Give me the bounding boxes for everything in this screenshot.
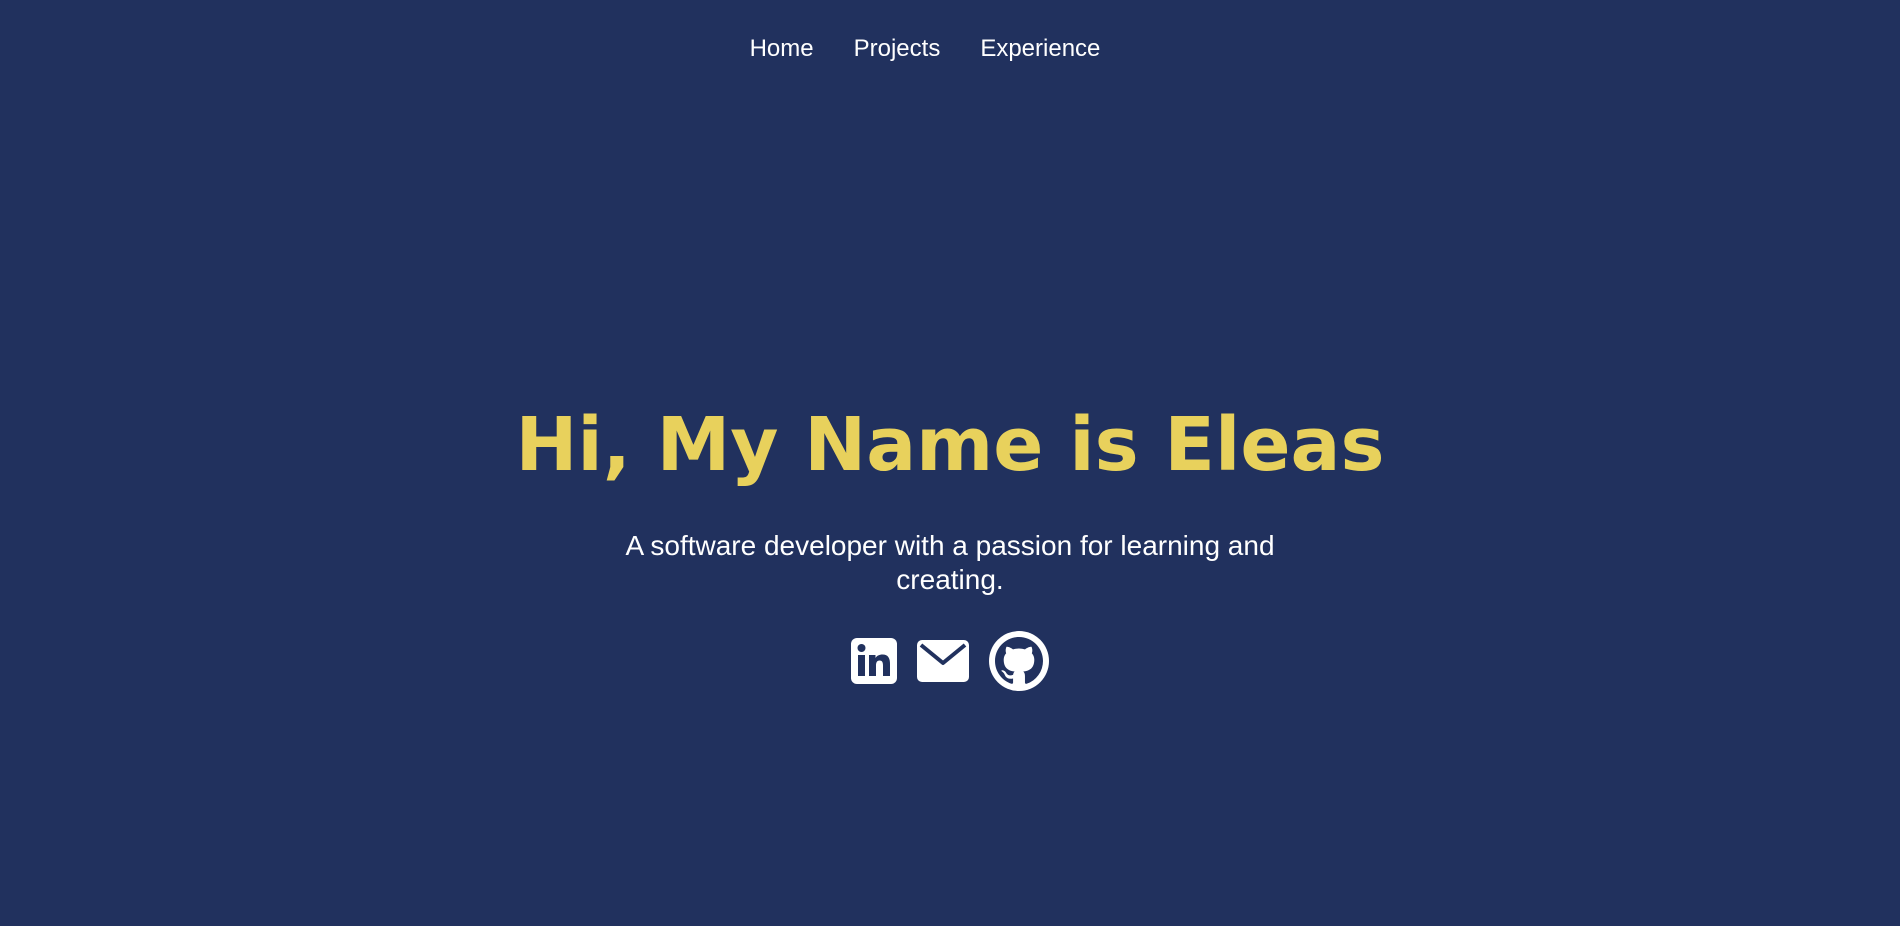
nav-experience-link[interactable]: Experience: [980, 32, 1100, 66]
github-link[interactable]: [989, 631, 1049, 691]
social-links: [0, 631, 1900, 691]
linkedin-link[interactable]: [851, 638, 897, 684]
top-nav: Home Projects Experience: [0, 32, 1900, 66]
nav-projects-link[interactable]: Projects: [854, 32, 941, 66]
email-icon: [917, 640, 969, 682]
github-icon: [989, 631, 1049, 691]
nav-home-link[interactable]: Home: [750, 32, 814, 66]
hero-title: Hi, My Name is Eleas: [515, 402, 1385, 488]
page: Home Projects Experience Hi, My Name is …: [0, 0, 1900, 926]
hero-subtitle: A software developer with a passion for …: [625, 530, 1275, 595]
linkedin-icon: [851, 638, 897, 684]
email-link[interactable]: [917, 640, 969, 682]
hero-section: Hi, My Name is Eleas A software develope…: [0, 395, 1900, 691]
